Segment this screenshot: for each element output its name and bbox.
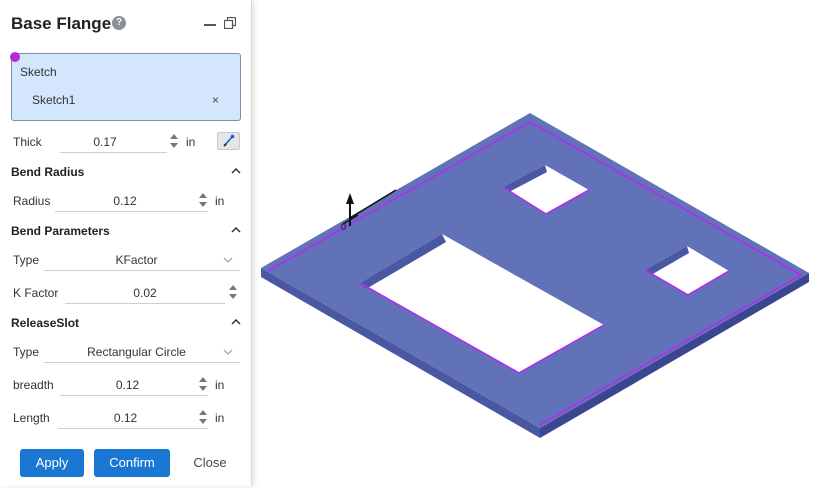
- chevron-up-icon[interactable]: [231, 227, 241, 233]
- breadth-row: breadth 0.12 in: [0, 372, 252, 398]
- release-type-underline: [44, 362, 240, 363]
- spinner-icon[interactable]: [198, 408, 208, 426]
- bend-parameters-heading: Bend Parameters: [11, 224, 110, 238]
- length-row: Length 0.12 in: [0, 405, 252, 431]
- thick-input[interactable]: 0.17: [60, 135, 150, 149]
- breadth-label: breadth: [13, 378, 54, 392]
- chevron-up-icon[interactable]: [231, 168, 241, 174]
- chevron-down-icon[interactable]: [223, 349, 233, 355]
- release-type-label: Type: [13, 345, 40, 359]
- plate-front-left-face: [261, 268, 540, 438]
- bend-type-row[interactable]: Type KFactor: [0, 247, 252, 273]
- sketch-selection-box[interactable]: Sketch Sketch1 ×: [10, 52, 241, 121]
- radius-unit: in: [215, 194, 225, 208]
- chevron-down-icon[interactable]: [223, 257, 233, 263]
- sheet-metal-plate[interactable]: 0: [261, 113, 809, 438]
- release-slot-heading: ReleaseSlot: [11, 316, 80, 330]
- k-factor-row: K Factor 0.02: [0, 280, 252, 306]
- bend-type-select[interactable]: KFactor: [44, 253, 229, 267]
- sketch-item[interactable]: Sketch1: [32, 93, 75, 107]
- selection-active-dot: [10, 52, 20, 62]
- thick-underline: [60, 152, 167, 153]
- chevron-up-icon[interactable]: [231, 319, 241, 325]
- panel-header: Base Flange ?: [0, 0, 252, 46]
- breadth-input[interactable]: 0.12: [60, 378, 195, 392]
- thick-unit: in: [186, 135, 196, 149]
- spinner-icon[interactable]: [228, 283, 238, 301]
- radius-label: Radius: [13, 194, 51, 208]
- plate-top-face: [261, 113, 809, 428]
- minimize-icon[interactable]: [204, 24, 216, 26]
- sketch-label: Sketch: [20, 65, 57, 79]
- bend-type-label: Type: [13, 253, 40, 267]
- panel-title: Base Flange: [11, 14, 112, 33]
- restore-icon[interactable]: [224, 17, 236, 29]
- help-icon[interactable]: ?: [112, 16, 126, 30]
- apply-button[interactable]: Apply: [20, 449, 84, 477]
- radius-underline: [55, 211, 208, 212]
- k-factor-underline: [65, 303, 225, 304]
- release-type-row[interactable]: Type Rectangular Circle: [0, 339, 252, 365]
- breadth-unit: in: [215, 378, 225, 392]
- pick-icon: [223, 134, 235, 147]
- k-factor-input[interactable]: 0.02: [65, 286, 225, 300]
- radius-row: Radius 0.12 in: [0, 188, 252, 214]
- thick-row: Thick 0.17 in: [0, 129, 252, 155]
- radius-input[interactable]: 0.12: [55, 194, 195, 208]
- thick-label: Thick: [13, 135, 42, 149]
- spinner-icon[interactable]: [198, 191, 208, 209]
- length-underline: [58, 428, 208, 429]
- k-factor-label: K Factor: [13, 286, 59, 300]
- release-type-select[interactable]: Rectangular Circle: [44, 345, 229, 359]
- spinner-icon[interactable]: [198, 375, 208, 393]
- svg-text:0: 0: [341, 222, 346, 232]
- length-input[interactable]: 0.12: [58, 411, 193, 425]
- base-flange-panel: Base Flange ? Sketch Sketch1 × Thick 0.1…: [0, 0, 252, 486]
- length-unit: in: [215, 411, 225, 425]
- breadth-underline: [60, 395, 208, 396]
- bend-radius-heading: Bend Radius: [11, 165, 85, 179]
- bend-type-underline: [44, 270, 240, 271]
- pick-button[interactable]: [217, 132, 240, 150]
- close-icon[interactable]: ×: [212, 93, 219, 107]
- length-label: Length: [13, 411, 50, 425]
- spinner-icon[interactable]: [169, 132, 179, 150]
- confirm-button[interactable]: Confirm: [94, 449, 170, 477]
- close-button[interactable]: Close: [186, 449, 234, 477]
